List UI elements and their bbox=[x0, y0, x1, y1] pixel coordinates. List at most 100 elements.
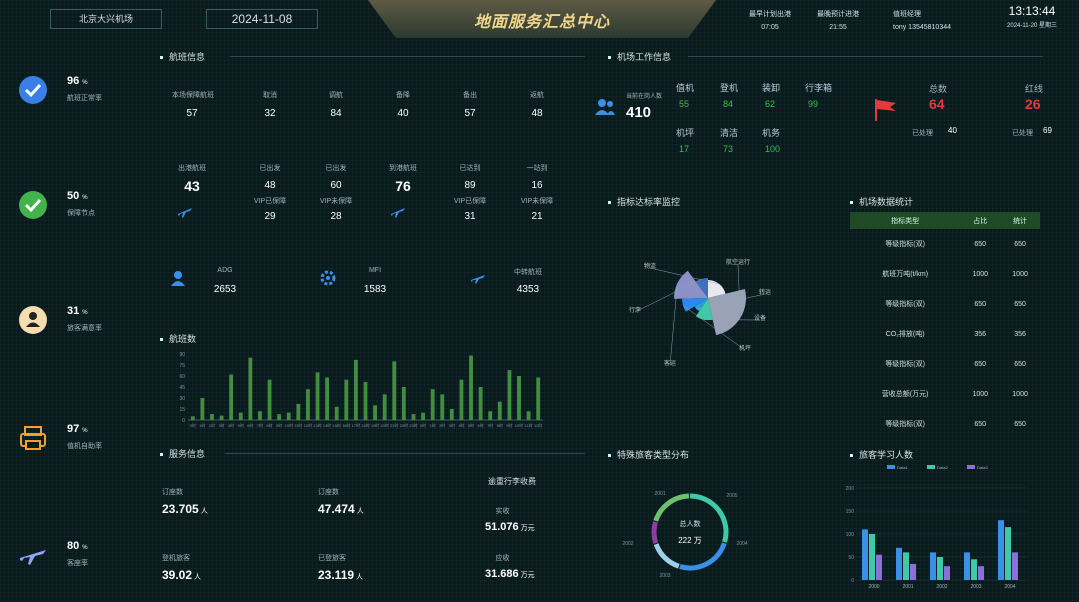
x-tick: 2001 bbox=[902, 584, 913, 590]
bar bbox=[248, 357, 253, 420]
stat-table: 指标类型 占比 统计 等级指标(双) 650 650 航班万吨(t/km) 1000 1000 等… bbox=[850, 212, 1040, 439]
flight-stat-label: 返航 bbox=[530, 92, 544, 99]
duty-manager: 值班经理 tony 13545810344 bbox=[893, 9, 951, 31]
luggage-number: 31.686 bbox=[485, 568, 519, 580]
kpi-value: 31% bbox=[67, 305, 88, 317]
check-circle-icon bbox=[19, 191, 47, 219]
vip-value: 28 bbox=[330, 211, 342, 222]
luggage-title: 逾重行李收费 bbox=[488, 477, 536, 486]
x-tick: 7时 bbox=[487, 422, 493, 428]
arrival-plane-icon bbox=[391, 208, 405, 218]
work-label: 行李箱 bbox=[805, 83, 833, 93]
x-tick: 9时 bbox=[506, 422, 512, 428]
luggage-label: 应收 bbox=[495, 555, 510, 562]
x-tick: 13时 bbox=[313, 422, 321, 428]
table-cell: 营收总额(万元) bbox=[881, 391, 929, 398]
bar bbox=[325, 377, 330, 420]
table-cell: 1000 bbox=[1012, 270, 1028, 278]
x-tick: 19时 bbox=[371, 422, 379, 428]
bar bbox=[258, 411, 262, 420]
rose-label: 客运 bbox=[664, 359, 676, 367]
service-value: 47.474 人 bbox=[318, 502, 364, 516]
bar bbox=[334, 406, 339, 420]
x-tick: 5时 bbox=[238, 422, 244, 428]
service-number: 39.02 bbox=[162, 568, 193, 582]
table-header-cell: 指标类型 bbox=[850, 212, 961, 229]
x-tick: 2时 bbox=[439, 422, 445, 428]
table-header-cell: 占比 bbox=[960, 212, 1001, 229]
airport-selector[interactable]: 北京大兴机场 bbox=[50, 9, 162, 29]
table-cell: 1000 bbox=[972, 270, 989, 278]
luggage-unit: 万元 bbox=[520, 572, 535, 579]
y-tick: 0 bbox=[182, 418, 185, 424]
work-label: 装卸 bbox=[762, 83, 781, 93]
bar bbox=[315, 372, 320, 420]
flight-stat-value: 43 bbox=[184, 178, 200, 194]
service-unit: 人 bbox=[200, 508, 208, 515]
kpi-label: 航班正常率 bbox=[67, 95, 102, 102]
work-value: 84 bbox=[723, 99, 734, 109]
service-unit: 人 bbox=[356, 508, 364, 515]
bar bbox=[978, 566, 984, 580]
first-flight-time: 07:05 bbox=[761, 24, 779, 31]
work-label: 清洁 bbox=[720, 128, 739, 138]
divider bbox=[688, 56, 1043, 57]
rose-label: 机坪 bbox=[739, 344, 751, 352]
y-tick: 90 bbox=[179, 352, 185, 358]
table-cell: 650 bbox=[1014, 240, 1026, 248]
y-tick: 60 bbox=[179, 374, 185, 380]
metric-label: 中转航班 bbox=[514, 269, 542, 276]
y-tick: 0 bbox=[851, 578, 854, 584]
work-label: 登机 bbox=[720, 83, 739, 93]
table-cell: 1000 bbox=[972, 390, 989, 398]
vip-value: 29 bbox=[264, 211, 276, 222]
donut-segment bbox=[653, 493, 690, 522]
kpi-number: 97 bbox=[67, 423, 80, 435]
kpi-number: 50 bbox=[67, 190, 80, 202]
table-row: 等级指标(双) 650 650 bbox=[850, 229, 1040, 259]
departure-plane-icon bbox=[178, 208, 192, 218]
flight-stat-value: 32 bbox=[264, 108, 276, 119]
bar bbox=[507, 370, 512, 420]
kpi-number: 96 bbox=[67, 75, 80, 87]
donut-segment bbox=[653, 543, 680, 569]
table-cell: 等级指标(双) bbox=[885, 301, 925, 308]
table-cell: 650 bbox=[974, 240, 987, 248]
kpi-label: 值机自助率 bbox=[67, 443, 102, 450]
bar bbox=[1012, 552, 1018, 580]
x-tick: 23时 bbox=[409, 422, 417, 428]
flight-stat-label: 已出发 bbox=[259, 165, 281, 172]
x-tick: 3时 bbox=[449, 422, 455, 428]
donut-center-value: 222 万 bbox=[678, 536, 702, 545]
table-cell: 650 bbox=[974, 360, 987, 368]
kpi-unit: % bbox=[82, 310, 88, 316]
red-flag-icon bbox=[875, 99, 896, 121]
x-tick: 10时 bbox=[515, 422, 523, 428]
service-value: 23.119 人 bbox=[318, 568, 363, 582]
clock: 13:13:44 2024-11-20 星期三 bbox=[1002, 4, 1062, 29]
x-tick: 10时 bbox=[285, 422, 293, 428]
flight-stat-label: 本场保障航班 bbox=[172, 92, 214, 99]
bar bbox=[401, 387, 406, 420]
x-tick: 1时 bbox=[430, 422, 436, 428]
airport-name: 北京大兴机场 bbox=[78, 14, 133, 24]
service-number: 23.705 bbox=[162, 502, 199, 516]
bar bbox=[277, 414, 282, 420]
luggage-unit: 万元 bbox=[520, 525, 535, 532]
metric-label: ADG bbox=[217, 267, 233, 274]
flight-stat-label: 取消 bbox=[263, 92, 277, 99]
bar bbox=[876, 554, 882, 580]
vip-value: 21 bbox=[531, 211, 543, 222]
printer-icon bbox=[20, 426, 46, 450]
x-tick: 7时 bbox=[257, 422, 263, 428]
x-tick: 2003 bbox=[970, 584, 981, 590]
bar bbox=[930, 552, 936, 580]
work-label: 机坪 bbox=[676, 128, 695, 138]
legend-swatch bbox=[927, 465, 935, 469]
flight-stat-value: 48 bbox=[264, 180, 276, 191]
y-tick: 200 bbox=[846, 486, 855, 492]
x-tick: 11时 bbox=[525, 422, 533, 428]
last-flight-time: 21:55 bbox=[829, 24, 847, 31]
date-picker[interactable]: 2024-11-08 bbox=[206, 9, 318, 29]
flight-stat-value: 57 bbox=[186, 108, 198, 119]
